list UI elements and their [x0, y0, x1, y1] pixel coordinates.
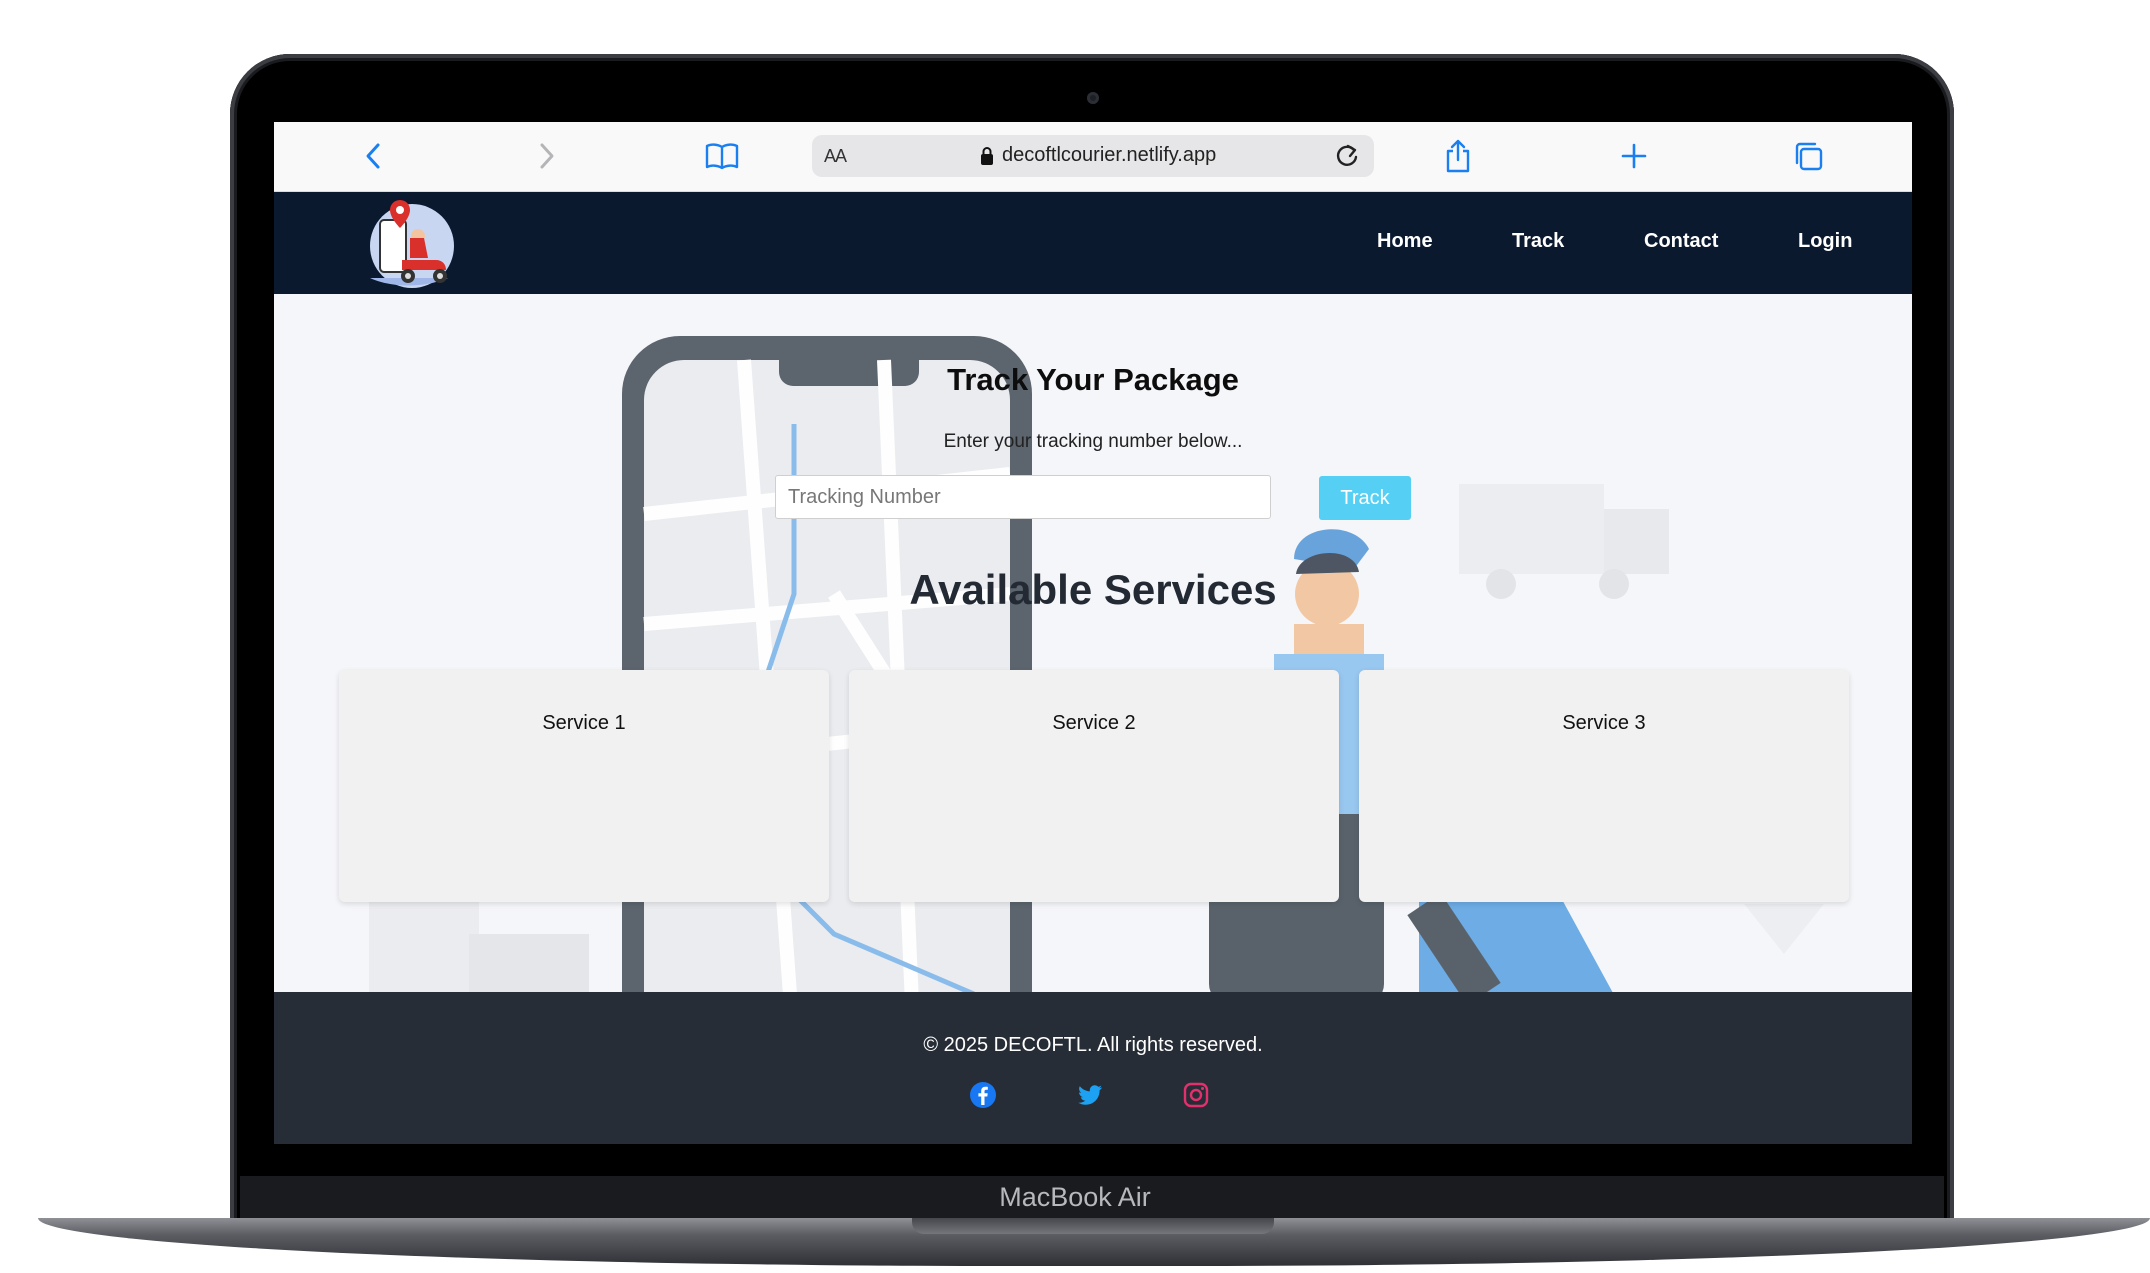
device-label: MacBook Air [999, 1182, 1151, 1212]
service-card[interactable]: Service 2 [849, 670, 1339, 902]
new-tab-button[interactable] [1616, 138, 1652, 174]
twitter-icon[interactable] [1075, 1080, 1105, 1110]
reload-icon[interactable] [1333, 142, 1361, 170]
browser-screen: AA decoftlcourier.netlify.app Home Track… [274, 122, 1912, 1144]
site-footer: © 2025 DECOFTL. All rights reserved. [274, 992, 1912, 1144]
track-subtitle: Enter your tracking number below... [943, 431, 1243, 452]
bookmarks-button[interactable] [704, 138, 740, 174]
service-card[interactable]: Service 1 [339, 670, 829, 902]
laptop-hinge-groove [912, 1218, 1274, 1234]
tabs-button[interactable] [1790, 138, 1826, 174]
forward-button[interactable] [528, 138, 564, 174]
chevron-right-icon [540, 143, 554, 169]
service-card-label: Service 3 [1562, 712, 1646, 734]
chevron-left-icon [366, 143, 380, 169]
nav-link-contact[interactable]: Contact [1644, 230, 1718, 253]
nav-link-track[interactable]: Track [1512, 230, 1564, 253]
nav-link-login[interactable]: Login [1798, 230, 1852, 253]
address-bar[interactable]: AA decoftlcourier.netlify.app [812, 135, 1374, 177]
courier-logo[interactable] [362, 198, 454, 290]
book-icon [705, 143, 739, 170]
service-card[interactable]: Service 3 [1359, 670, 1849, 902]
instagram-icon[interactable] [1181, 1080, 1211, 1110]
tabs-icon [1795, 142, 1823, 171]
site-navbar: Home Track Contact Login [274, 192, 1912, 294]
share-icon [1446, 139, 1470, 173]
track-button[interactable]: Track [1319, 476, 1411, 520]
camera-icon [1087, 92, 1099, 104]
tracking-number-input[interactable] [775, 475, 1271, 519]
back-button[interactable] [356, 138, 392, 174]
url-text: decoftlcourier.netlify.app [1002, 144, 1217, 166]
track-title: Track Your Package [947, 362, 1239, 397]
copyright-text: © 2025 DECOFTL. All rights reserved. [923, 1034, 1263, 1056]
browser-toolbar: AA decoftlcourier.netlify.app [274, 122, 1912, 192]
main-content: Track Your Package Enter your tracking n… [274, 294, 1912, 992]
plus-icon [1621, 143, 1647, 169]
nav-link-home[interactable]: Home [1377, 230, 1433, 253]
services-title: Available Services [909, 566, 1277, 613]
share-button[interactable] [1440, 138, 1476, 174]
service-card-label: Service 2 [1052, 712, 1136, 734]
facebook-icon[interactable] [968, 1080, 998, 1110]
service-card-label: Service 1 [542, 712, 626, 734]
lock-icon [981, 147, 993, 165]
text-size-button[interactable]: AA [824, 146, 847, 167]
